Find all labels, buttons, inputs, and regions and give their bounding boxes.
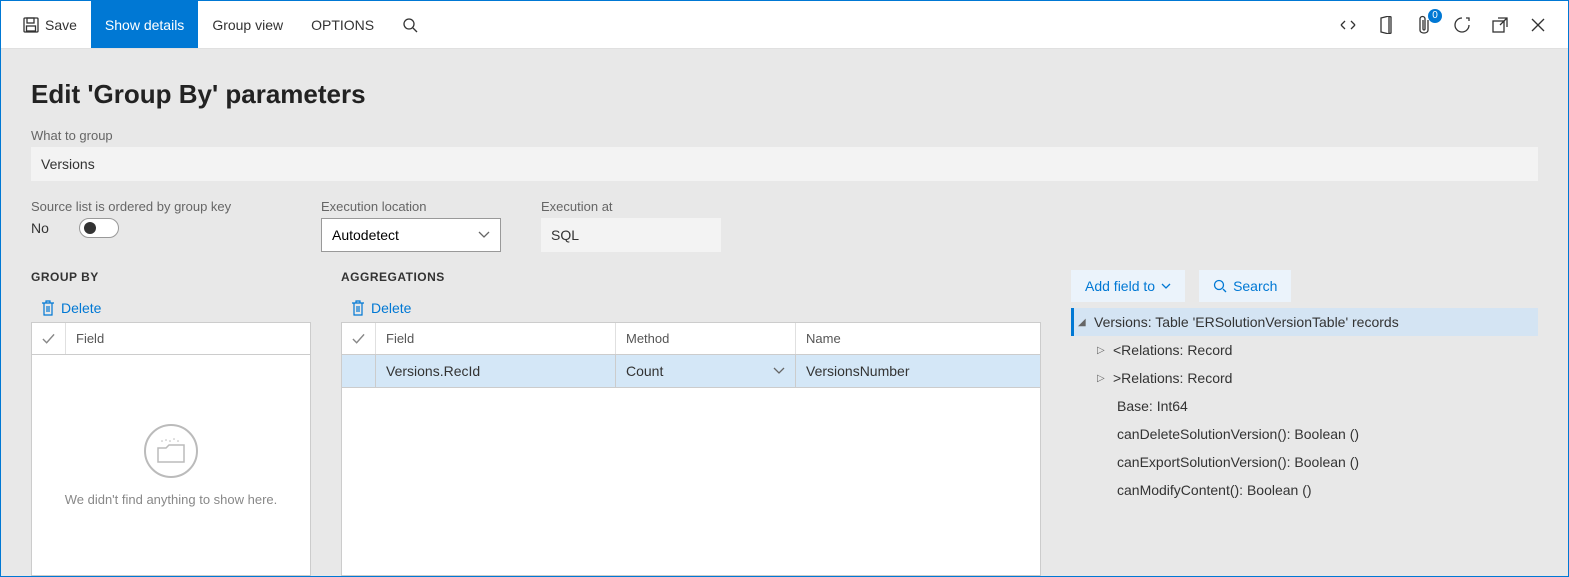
ordered-group: Source list is ordered by group key No [31,199,281,252]
check-icon [352,333,365,345]
what-to-group-group: What to group [31,128,1538,181]
close-icon[interactable] [1528,15,1548,35]
groupby-delete-label: Delete [61,300,101,316]
refresh-icon[interactable] [1452,15,1472,35]
agg-row-name[interactable]: VersionsNumber [796,355,1040,387]
chevron-down-icon [773,367,785,375]
tree-leaf[interactable]: Base: Int64 [1071,392,1538,420]
agg-field-header[interactable]: Field [376,323,616,354]
expander-icon[interactable]: ▷ [1097,373,1107,384]
agg-row-check[interactable] [342,355,376,387]
exec-location-select[interactable]: Autodetect [321,218,501,252]
agg-delete-button[interactable]: Delete [341,294,1041,322]
save-icon [23,17,39,33]
agg-title: AGGREGATIONS [341,270,1041,284]
groupby-field-header[interactable]: Field [66,323,310,354]
tree-leaf-label: canDeleteSolutionVersion(): Boolean () [1117,426,1359,442]
aggregations-section: AGGREGATIONS Delete Field Method Name Ve… [341,270,1041,576]
page-title: Edit 'Group By' parameters [31,79,1538,110]
toolbar-right: 0 [1338,15,1560,35]
agg-row-field[interactable]: Versions.RecId [376,355,616,387]
chevron-down-icon [478,231,490,239]
tree-search-button[interactable]: Search [1199,270,1291,302]
exec-at-group: Execution at SQL [541,199,721,252]
tree-search-label: Search [1233,278,1277,294]
show-details-button[interactable]: Show details [91,1,198,48]
tree-root-node[interactable]: ◢ Versions: Table 'ERSolutionVersionTabl… [1071,308,1538,336]
exec-location-value: Autodetect [332,227,399,243]
save-button[interactable]: Save [9,1,91,48]
tree-leaf-label: canModifyContent(): Boolean () [1117,482,1312,498]
tree-relations-in-label: <Relations: Record [1113,342,1232,358]
agg-check-header[interactable] [342,323,376,354]
exec-location-label: Execution location [321,199,501,214]
what-to-group-input[interactable] [31,147,1538,181]
groupby-title: GROUP BY [31,270,311,284]
tree-view: ◢ Versions: Table 'ERSolutionVersionTabl… [1071,308,1538,576]
groupby-grid: Field We didn't find anything to show he… [31,322,311,576]
what-to-group-label: What to group [31,128,1538,143]
groupby-empty: We didn't find anything to show here. [32,355,310,575]
search-icon [1213,279,1227,293]
add-field-button[interactable]: Add field to [1071,270,1185,302]
exec-at-value: SQL [541,218,721,252]
group-view-button[interactable]: Group view [198,1,297,48]
chevron-down-icon [1161,283,1171,289]
show-details-label: Show details [105,17,184,33]
search-toolbar-button[interactable] [388,1,432,48]
expander-icon[interactable]: ◢ [1078,317,1088,328]
trash-icon [351,300,365,316]
agg-method-header[interactable]: Method [616,323,796,354]
groupby-grid-header: Field [32,323,310,355]
agg-grid: Field Method Name Versions.RecId Count V… [341,322,1041,576]
tree-actions: Add field to Search [1071,270,1538,302]
save-label: Save [45,17,77,33]
add-field-label: Add field to [1085,278,1155,294]
exec-at-label: Execution at [541,199,721,214]
agg-row-method-value: Count [626,363,663,379]
attachments-icon[interactable]: 0 [1414,15,1434,35]
tree-leaf[interactable]: canExportSolutionVersion(): Boolean () [1071,448,1538,476]
groupby-delete-button[interactable]: Delete [31,294,311,322]
connector-icon[interactable] [1338,15,1358,35]
attachments-badge: 0 [1428,9,1442,23]
ordered-toggle[interactable] [79,218,119,238]
agg-name-header[interactable]: Name [796,323,1040,354]
exec-location-group: Execution location Autodetect [321,199,501,252]
empty-state-icon [144,424,198,478]
check-icon [42,333,55,345]
main-content: Edit 'Group By' parameters What to group… [1,49,1568,576]
popout-icon[interactable] [1490,15,1510,35]
office-icon[interactable] [1376,15,1396,35]
groupby-empty-text: We didn't find anything to show here. [65,492,278,507]
tree-relations-out-label: >Relations: Record [1113,370,1232,386]
tree-root-label: Versions: Table 'ERSolutionVersionTable'… [1094,314,1399,330]
options-button[interactable]: OPTIONS [297,1,388,48]
ordered-label: Source list is ordered by group key [31,199,281,214]
tree-relations-in[interactable]: ▷ <Relations: Record [1071,336,1538,364]
expander-icon[interactable]: ▷ [1097,345,1107,356]
tree-leaf-label: canExportSolutionVersion(): Boolean () [1117,454,1359,470]
tree-leaf-label: Base: Int64 [1117,398,1188,414]
ordered-value: No [31,220,49,236]
agg-row-method[interactable]: Count [616,355,796,387]
tree-leaf[interactable]: canModifyContent(): Boolean () [1071,476,1538,504]
group-view-label: Group view [212,17,283,33]
agg-row[interactable]: Versions.RecId Count VersionsNumber [342,355,1040,388]
groupby-section: GROUP BY Delete Field We didn't find any… [31,270,311,576]
tree-section: Add field to Search ◢ Versions: Table 'E… [1071,270,1538,576]
agg-grid-header: Field Method Name [342,323,1040,355]
tree-relations-out[interactable]: ▷ >Relations: Record [1071,364,1538,392]
trash-icon [41,300,55,316]
tree-leaf[interactable]: canDeleteSolutionVersion(): Boolean () [1071,420,1538,448]
toolbar: Save Show details Group view OPTIONS 0 [1,1,1568,49]
toolbar-left: Save Show details Group view OPTIONS [9,1,432,48]
agg-delete-label: Delete [371,300,411,316]
groupby-check-header[interactable] [32,323,66,354]
options-label: OPTIONS [311,17,374,33]
search-icon [402,17,418,33]
